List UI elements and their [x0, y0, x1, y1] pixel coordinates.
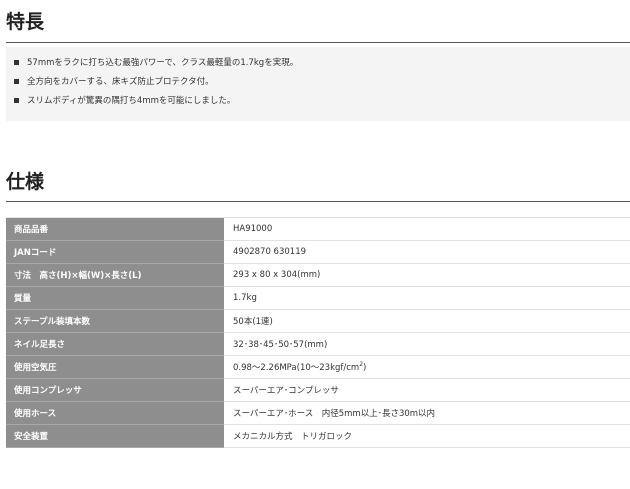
square-bullet-icon [14, 59, 19, 65]
table-row: JANコード 4902870 630119 [6, 240, 630, 264]
feature-item: スリムボディが驚異の隅打ち4mmを可能にしました。 [6, 91, 235, 109]
spec-value: スーパーエア･コンプレッサ [224, 378, 630, 402]
spec-label: ネイル足長さ [6, 332, 224, 356]
table-row: 使用空気圧 0.98～2.26MPa(10～23kgf/cm2) [6, 355, 630, 379]
spec-value: 293 x 80 x 304(mm) [224, 263, 630, 287]
features-divider [6, 42, 630, 43]
table-row: 使用コンプレッサ スーパーエア･コンプレッサ [6, 378, 630, 402]
spec-label: 質量 [6, 286, 224, 310]
feature-item: 全方向をカバーする、床キズ防止プロテクタ付。 [6, 72, 214, 90]
table-row: ネイル足長さ 32･38･45･50･57(mm) [6, 332, 630, 356]
feature-text: 全方向をカバーする、床キズ防止プロテクタ付。 [27, 77, 214, 87]
spec-value: 0.98～2.26MPa(10～23kgf/cm2) [224, 355, 630, 379]
spec-label: 寸法 高さ(H)×幅(W)×長さ(L) [6, 263, 224, 287]
spec-label: JANコード [6, 240, 224, 264]
pressure-value-suffix: ) [363, 363, 367, 373]
features-title: 特長 [6, 11, 45, 33]
feature-text: 57mmをラクに打ち込む最強パワーで、クラス最軽量の1.7kgを実現。 [27, 58, 299, 68]
table-row: 寸法 高さ(H)×幅(W)×長さ(L) 293 x 80 x 304(mm) [6, 263, 630, 287]
spec-value: 4902870 630119 [224, 240, 630, 264]
pressure-value: 0.98～2.26MPa(10～23kgf/cm [233, 363, 360, 373]
feature-text: スリムボディが驚異の隅打ち4mmを可能にしました。 [27, 96, 236, 106]
spec-label: 商品品番 [6, 217, 224, 241]
spec-value: メカニカル方式 トリガロック [224, 424, 630, 448]
specs-divider [6, 201, 630, 202]
spec-value: HA91000 [224, 217, 630, 241]
table-row: 商品品番 HA91000 [6, 217, 630, 241]
specs-title: 仕様 [6, 171, 45, 193]
table-row: 安全装置 メカニカル方式 トリガロック [6, 424, 630, 448]
spec-table: 商品品番 HA91000 JANコード 4902870 630119 寸法 高さ… [6, 217, 630, 448]
spec-label: 使用ホース [6, 401, 224, 425]
spec-value: スーパーエア･ホース 内径5mm以上･長さ30m以内 [224, 401, 630, 425]
table-row: 使用ホース スーパーエア･ホース 内径5mm以上･長さ30m以内 [6, 401, 630, 425]
spec-label: 使用空気圧 [6, 355, 224, 379]
square-bullet-icon [14, 78, 19, 84]
feature-item: 57mmをラクに打ち込む最強パワーで、クラス最軽量の1.7kgを実現。 [6, 53, 298, 71]
square-bullet-icon [14, 97, 19, 103]
table-row: 質量 1.7kg [6, 286, 630, 310]
spec-value: 32･38･45･50･57(mm) [224, 332, 630, 356]
spec-label: 安全装置 [6, 424, 224, 448]
spec-value: 1.7kg [224, 286, 630, 310]
spec-label: 使用コンプレッサ [6, 378, 224, 402]
spec-value: 50本(1連) [224, 309, 630, 333]
features-list: 57mmをラクに打ち込む最強パワーで、クラス最軽量の1.7kgを実現。 全方向を… [6, 47, 630, 121]
table-row: ステープル装填本数 50本(1連) [6, 309, 630, 333]
spec-label: ステープル装填本数 [6, 309, 224, 333]
